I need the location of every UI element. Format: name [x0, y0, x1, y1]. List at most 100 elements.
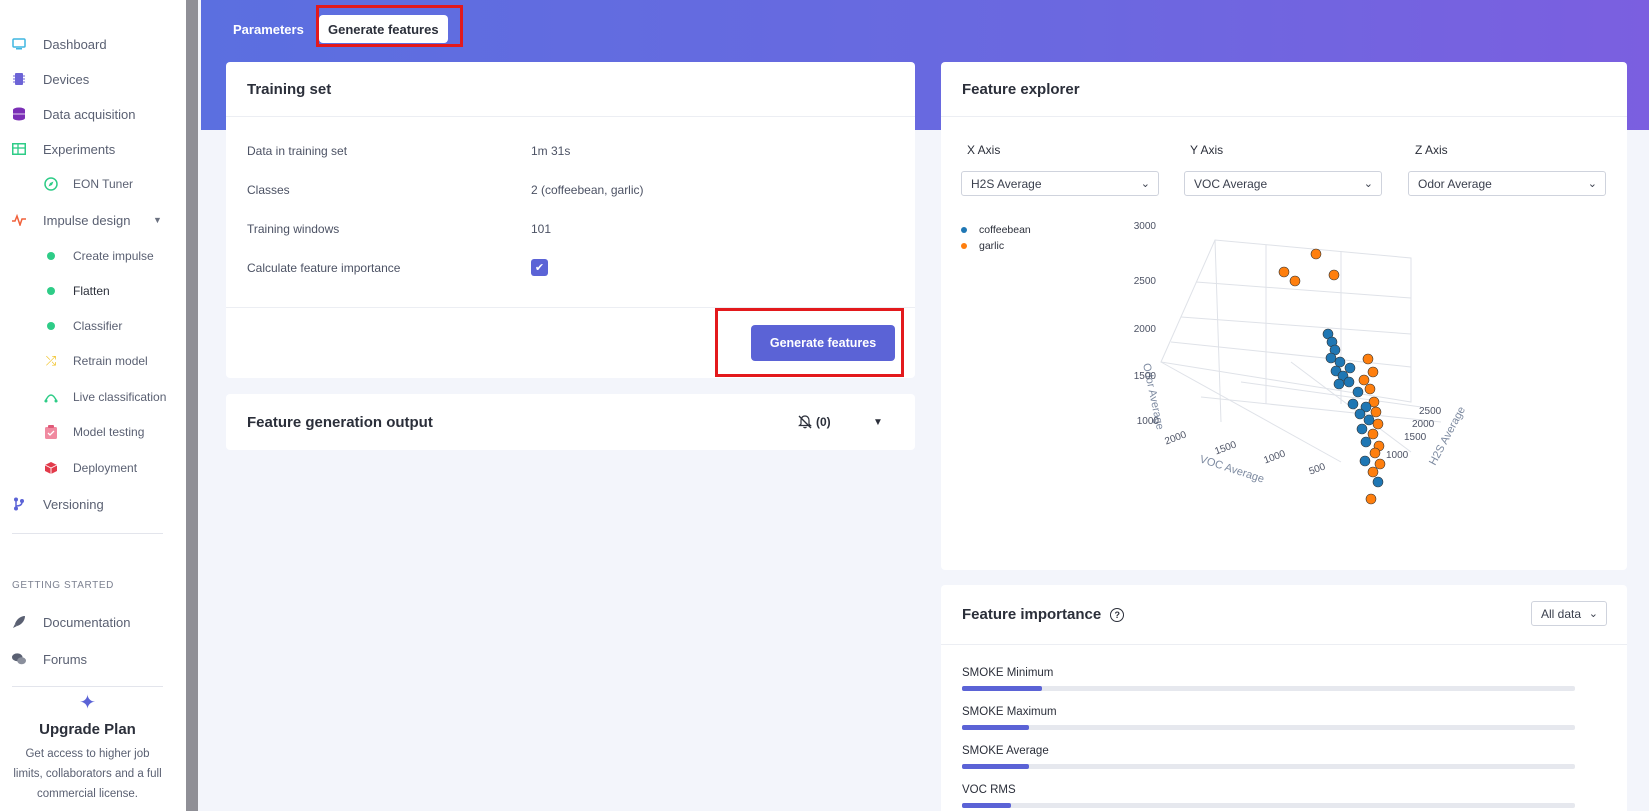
generate-features-button[interactable]: Generate features [751, 325, 895, 361]
feature-name: SMOKE Average [962, 745, 1049, 757]
live-icon [44, 390, 58, 404]
sidebar-item-create-impulse[interactable]: Create impulse [0, 242, 186, 270]
data-point-coffeebean[interactable] [1325, 352, 1337, 364]
sidebar-item-data-acquisition[interactable]: Data acquisition [0, 100, 186, 128]
clipboard-icon [44, 425, 58, 439]
sidebar-item-versioning[interactable]: Versioning [0, 490, 186, 518]
chat-icon [12, 652, 26, 666]
sidebar-item-deployment[interactable]: Deployment [0, 454, 186, 482]
notifications-toggle[interactable]: (0) [798, 415, 831, 429]
upgrade-description: Get access to higher job limits, collabo… [13, 748, 162, 800]
sidebar-item-label: Documentation [43, 614, 131, 630]
data-point-coffeebean[interactable] [1347, 398, 1359, 410]
data-point-coffeebean[interactable] [1359, 455, 1371, 467]
data-point-garlic[interactable] [1367, 366, 1379, 378]
divider [12, 533, 163, 534]
importance-row: SMOKE Minimum [962, 667, 1575, 691]
card-header: Feature importance ? [941, 585, 1627, 645]
data-point-coffeebean[interactable] [1356, 423, 1368, 435]
data-point-garlic[interactable] [1278, 266, 1290, 278]
training-set-card: Training set Data in training set 1m 31s… [226, 62, 915, 378]
sidebar-item-devices[interactable]: Devices [0, 65, 186, 93]
sidebar-item-classifier[interactable]: Classifier [0, 312, 186, 340]
data-point-garlic[interactable] [1369, 447, 1381, 459]
shuffle-icon: ⤮ [45, 353, 57, 368]
sidebar-item-experiments[interactable]: Experiments [0, 135, 186, 163]
dot-icon [44, 319, 58, 333]
sidebar-item-forums[interactable]: Forums [0, 645, 186, 673]
row-value: 1m 31s [531, 144, 571, 158]
getting-started-title: GETTING STARTED [12, 580, 114, 591]
data-point-garlic[interactable] [1367, 466, 1379, 478]
row-classes: Classes 2 (coffeebean, garlic) [247, 183, 644, 197]
sidebar-item-live-classification[interactable]: Live classification [0, 383, 186, 411]
scatter-3d-plot[interactable]: Odor Average VOC Average H2S Average 300… [941, 62, 1627, 570]
feature-name: VOC RMS [962, 784, 1016, 796]
sidebar-scrollbar[interactable] [186, 0, 198, 811]
feature-output-card[interactable]: Feature generation output (0) ▼ [226, 394, 915, 450]
dot-icon [44, 249, 58, 263]
data-point-garlic[interactable] [1310, 248, 1322, 260]
row-training-windows: Training windows 101 [247, 222, 551, 236]
table-icon [12, 142, 26, 156]
importance-filter-select[interactable]: All data ⌄ [1531, 601, 1607, 626]
sidebar-item-label: Experiments [43, 141, 116, 157]
row-label: Calculate feature importance [247, 261, 401, 275]
cube-icon [44, 461, 58, 475]
z-tick-label: 1500 [1134, 371, 1157, 382]
card-title: Feature generation output [247, 413, 433, 431]
dot-icon [44, 284, 58, 298]
x-tick-label: 1500 [1404, 432, 1427, 443]
row-data-in-training-set: Data in training set 1m 31s [247, 144, 570, 158]
compass-icon [44, 177, 58, 191]
data-point-coffeebean[interactable] [1344, 362, 1356, 374]
chevron-down-icon[interactable]: ▼ [153, 215, 162, 225]
data-point-garlic[interactable] [1374, 458, 1386, 470]
sidebar-item-model-testing[interactable]: Model testing [0, 418, 186, 446]
data-point-garlic[interactable] [1365, 493, 1377, 505]
row-value: 101 [531, 222, 552, 236]
data-point-coffeebean[interactable] [1363, 414, 1375, 426]
sidebar-item-label: Deployment [73, 461, 138, 475]
data-point-coffeebean[interactable] [1352, 386, 1364, 398]
sidebar-item-eon-tuner[interactable]: EON Tuner [0, 170, 186, 198]
data-point-garlic[interactable] [1364, 383, 1376, 395]
chevron-down-icon[interactable]: ▼ [873, 417, 883, 428]
data-point-garlic[interactable] [1370, 406, 1382, 418]
data-point-coffeebean[interactable] [1360, 436, 1372, 448]
data-point-garlic[interactable] [1367, 428, 1379, 440]
pulse-icon [12, 213, 26, 227]
importance-row: SMOKE Average [962, 745, 1575, 769]
sidebar-item-dashboard[interactable]: Dashboard [0, 30, 186, 58]
data-point-garlic[interactable] [1358, 374, 1370, 386]
sidebar-item-label: Model testing [73, 425, 145, 439]
card-title: Feature importance [962, 606, 1102, 623]
tab-parameters[interactable]: Parameters [224, 15, 313, 43]
sidebar-item-flatten[interactable]: Flatten [0, 277, 186, 305]
sidebar-item-impulse-design[interactable]: Impulse design ▼ [0, 206, 186, 234]
data-point-garlic[interactable] [1372, 418, 1384, 430]
data-point-garlic[interactable] [1328, 269, 1340, 281]
sidebar-item-label: EON Tuner [73, 177, 134, 191]
data-point-garlic[interactable] [1289, 275, 1301, 287]
data-point-coffeebean[interactable] [1372, 476, 1384, 488]
data-point-garlic[interactable] [1362, 353, 1374, 365]
data-point-coffeebean[interactable] [1343, 376, 1355, 388]
importance-bar [962, 803, 1575, 808]
feature-explorer-card: Feature explorer X Axis Y Axis Z Axis H2… [941, 62, 1627, 570]
sidebar-item-label: Devices [43, 71, 90, 87]
sidebar-item-documentation[interactable]: Documentation [0, 608, 186, 636]
data-point-coffeebean[interactable] [1354, 408, 1366, 420]
sidebar-item-label: Forums [43, 651, 88, 667]
card-title: Training set [226, 62, 915, 117]
importance-bar [962, 725, 1575, 730]
sidebar-item-retrain-model[interactable]: ⤮ Retrain model [0, 347, 186, 375]
chip-icon [12, 72, 26, 86]
feature-importance-checkbox[interactable]: ✔ [531, 259, 548, 276]
data-point-coffeebean[interactable] [1333, 378, 1345, 390]
data-point-coffeebean[interactable] [1334, 356, 1346, 368]
y-tick-label: 1500 [1213, 439, 1238, 457]
help-icon[interactable]: ? [1110, 607, 1125, 622]
tab-generate-features[interactable]: Generate features [319, 15, 448, 43]
z-tick-label: 2000 [1134, 324, 1157, 335]
